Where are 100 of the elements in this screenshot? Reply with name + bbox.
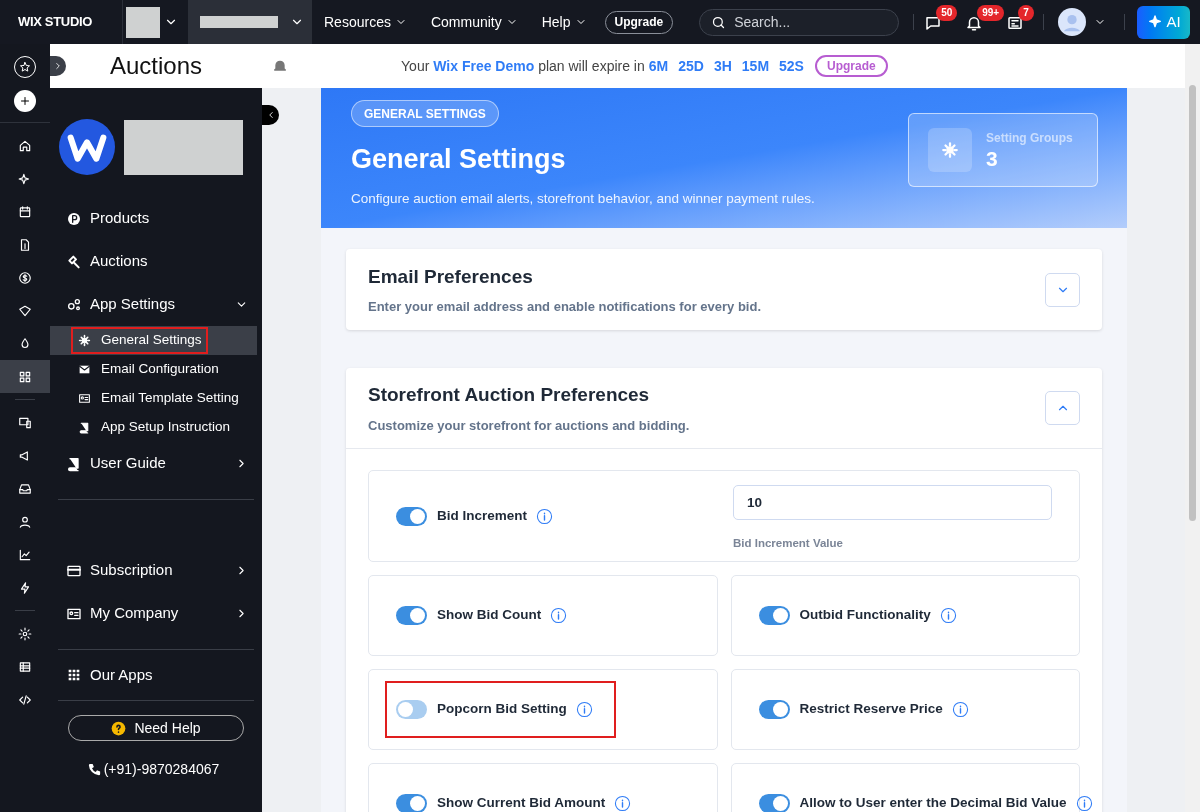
sidebar-subitem[interactable]: App Setup Instruction xyxy=(50,413,262,442)
gears-icon xyxy=(66,296,82,313)
info-icon xyxy=(575,701,593,718)
sparkle-icon xyxy=(1146,14,1163,30)
bell-icon xyxy=(272,58,289,74)
sidebar-item[interactable]: My Company xyxy=(50,592,262,635)
newspaper-icon xyxy=(1006,14,1025,32)
our-apps-link[interactable]: Our Apps xyxy=(50,650,262,700)
question-icon xyxy=(111,720,127,736)
pen-icon xyxy=(18,336,32,351)
star-icon xyxy=(19,61,31,73)
products-icon xyxy=(66,210,82,227)
countdown-value: 25D xyxy=(678,56,704,76)
section-title: Storefront Auction Preferences xyxy=(368,383,651,407)
sidebar-item[interactable]: Subscription xyxy=(50,549,262,592)
site-selector[interactable] xyxy=(188,0,312,44)
section-subtitle: Customize your storefront for auctions and bidding. xyxy=(368,416,691,435)
info-icon xyxy=(614,795,632,812)
toggle-switch[interactable] xyxy=(758,794,790,812)
hero-subtitle: Configure auction email alerts, storefront behavior, and winner payment rules. xyxy=(351,189,815,208)
book-icon xyxy=(66,455,82,472)
countdown-value: 52S xyxy=(779,56,804,76)
sidebar-subitem[interactable]: General Settings xyxy=(50,326,257,355)
section-subtitle: Enter your email address and enable notifications for every bid. xyxy=(368,298,762,316)
phone-number: (+91)-9870284067 xyxy=(103,760,220,779)
chart-icon xyxy=(18,547,32,562)
calendar-icon xyxy=(18,204,32,219)
chevron-right-icon xyxy=(53,61,63,71)
dollar-icon xyxy=(18,270,32,285)
stat-value: 3 xyxy=(986,147,999,171)
toggle-switch[interactable] xyxy=(396,506,427,526)
setting-label: Popcorn Bid Setting xyxy=(437,700,567,719)
sidebar-item[interactable]: Products xyxy=(50,197,262,240)
bell-icon xyxy=(965,14,984,32)
rail-item[interactable] xyxy=(0,360,50,393)
toggle-switch[interactable] xyxy=(758,606,790,625)
sidebar-subitem[interactable]: Email Configuration xyxy=(50,355,262,384)
sidebar-subitem[interactable]: Email Template Setting xyxy=(50,384,262,413)
toggle-switch[interactable] xyxy=(396,794,427,812)
chat-button[interactable]: 50 xyxy=(924,5,958,32)
table-icon xyxy=(18,659,32,674)
stat-label: Setting Groups xyxy=(986,130,1073,147)
ticket-icon xyxy=(18,303,32,318)
add-button[interactable] xyxy=(14,90,36,112)
setting-label: Show Current Bid Amount xyxy=(437,794,606,812)
input-caption: Bid Increment Value xyxy=(733,536,844,552)
expand-toggle-button[interactable] xyxy=(1045,272,1080,307)
phone-icon xyxy=(86,762,102,777)
hero-title: General Settings xyxy=(351,143,566,176)
bolt-icon xyxy=(18,580,32,595)
setting-label: Bid Increment xyxy=(437,506,528,525)
input-field[interactable]: 10 xyxy=(733,485,1052,521)
sparkle-icon xyxy=(18,171,32,186)
grid-icon xyxy=(66,667,82,683)
plus-icon xyxy=(19,95,31,107)
countdown-value: 6M xyxy=(648,56,669,76)
avatar-icon xyxy=(1058,8,1087,36)
code-icon xyxy=(18,692,32,707)
bell-button[interactable]: 99+ xyxy=(965,5,1005,32)
sidebar-item[interactable]: User Guide xyxy=(50,442,262,485)
expand-button[interactable] xyxy=(50,56,66,76)
people-icon xyxy=(18,514,32,529)
card-icon xyxy=(78,392,91,405)
sidebar-item[interactable]: Auctions xyxy=(50,240,262,283)
expand-toggle-button[interactable] xyxy=(1045,391,1080,425)
upgrade-button[interactable]: Upgrade xyxy=(814,55,888,77)
w-logo-icon xyxy=(59,119,115,175)
page-title: Auctions xyxy=(110,51,203,81)
search-field[interactable]: Search... xyxy=(699,8,900,36)
news-button[interactable]: 7 xyxy=(1006,5,1034,32)
countdown-value: 3H xyxy=(713,56,732,76)
wix-studio-logo: WIX STUDIO xyxy=(17,13,94,32)
placeholder-block xyxy=(126,6,160,38)
inbox-icon xyxy=(18,481,32,496)
menu-button[interactable]: Resources xyxy=(312,0,419,44)
apps-icon xyxy=(18,369,32,384)
mail-icon xyxy=(78,363,91,376)
doc-icon xyxy=(18,237,32,252)
section-title: Email Preferences xyxy=(368,264,534,289)
scrollbar-thumb[interactable] xyxy=(1189,85,1196,521)
toggle-switch[interactable] xyxy=(758,700,790,719)
plan-notice: Your Wix Free Demo plan will expire in xyxy=(401,56,645,76)
info-icon xyxy=(1075,795,1093,812)
setting-label: Outbid Functionality xyxy=(799,606,931,625)
setting-label: Show Bid Count xyxy=(437,606,542,625)
screen-icon xyxy=(18,415,32,430)
section-badge: GENERAL SETTINGS xyxy=(351,100,499,127)
search-icon xyxy=(711,14,727,30)
sidebar-item[interactable]: App Settings xyxy=(50,283,262,326)
info-icon xyxy=(939,607,957,624)
menu-button[interactable]: Community xyxy=(418,0,530,44)
book-icon xyxy=(78,421,91,434)
toggle-switch[interactable] xyxy=(396,700,427,719)
chat-icon xyxy=(924,14,943,32)
setting-label: Allow to User enter the Decimal Bid Value xyxy=(799,794,1067,812)
countdown-value: 15M xyxy=(741,56,770,76)
info-icon xyxy=(550,607,568,624)
setting-label: Restrict Reserve Price xyxy=(799,700,943,719)
toggle-switch[interactable] xyxy=(396,606,427,625)
menu-button[interactable]: Help xyxy=(529,0,599,44)
